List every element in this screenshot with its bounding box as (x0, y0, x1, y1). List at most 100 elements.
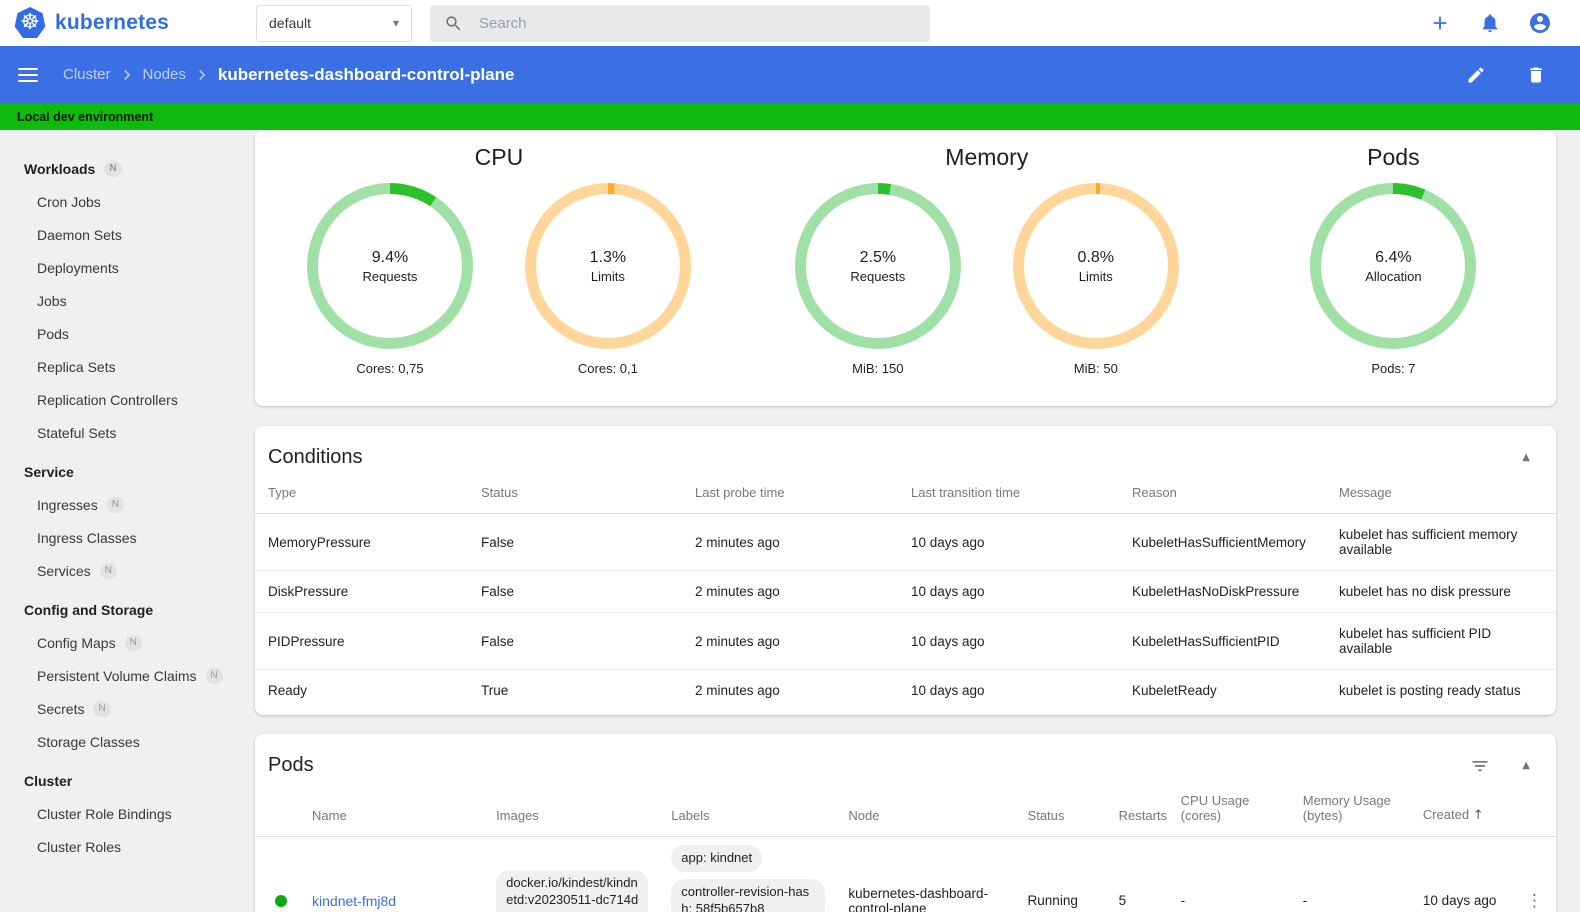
namespace-value: default (269, 15, 312, 31)
sidebar-item-secrets[interactable]: Secrets N (0, 692, 248, 725)
pods-table: Name Images Labels Node Status Restarts … (255, 785, 1556, 912)
col-type: Type (255, 477, 468, 514)
breadcrumb-cluster[interactable]: Cluster (63, 66, 111, 83)
new-badge: N (124, 634, 142, 651)
col-images: Images (483, 785, 659, 837)
collapse-icon[interactable]: ▲ (1516, 448, 1536, 467)
sidebar-item-cluster-role-bindings[interactable]: Cluster Role Bindings (0, 797, 248, 830)
top-app-bar: ☸ kubernetes default ▾ (0, 0, 1580, 46)
notifications-button[interactable] (1478, 11, 1502, 35)
new-badge: N (99, 562, 117, 579)
pod-memory-usage: - (1302, 893, 1308, 909)
conditions-table: Type Status Last probe time Last transit… (255, 477, 1556, 711)
pod-restarts: 5 (1118, 893, 1127, 909)
memory-allocation-group: Memory 2.5% Requests MiB: 150 0.8% Limit… (743, 140, 1231, 406)
sidebar-header-service: Service (24, 463, 74, 480)
sidebar-header-workloads: Workloads N (0, 152, 248, 185)
search-icon (446, 15, 461, 30)
collapse-icon[interactable]: ▲ (1516, 756, 1536, 775)
bell-icon (1482, 14, 1498, 33)
logo-text: kubernetes (55, 11, 170, 34)
pods-allocation-group: Pods 6.4% Allocation Pods: 7 (1231, 140, 1556, 406)
donut-chart: 6.4% Allocation (1310, 183, 1477, 349)
plus-icon (1433, 16, 1447, 30)
col-node: Node (835, 785, 1015, 837)
sidebar-item-storage-classes[interactable]: Storage Classes (0, 725, 248, 758)
sidebar-item-replication-controllers[interactable]: Replication Controllers (0, 383, 248, 416)
col-labels: Labels (658, 785, 836, 837)
sidebar-item-ingress-classes[interactable]: Ingress Classes (0, 521, 248, 554)
row-menu-button[interactable]: ⋮ (1523, 891, 1546, 911)
donut-chart: 1.3% Limits (524, 183, 691, 349)
sidebar-item-daemon-sets[interactable]: Daemon Sets (0, 218, 248, 251)
col-last-probe-time: Last probe time (682, 477, 898, 514)
sidebar-item-pods[interactable]: Pods (0, 317, 248, 350)
table-row: MemoryPressure False 2 minutes ago 10 da… (255, 513, 1556, 571)
namespace-select[interactable]: default ▾ (256, 4, 412, 42)
sort-ascending-icon: ↑ (1472, 808, 1484, 823)
col-message: Message (1326, 477, 1556, 514)
menu-toggle-button[interactable] (18, 67, 38, 82)
breadcrumb-nodes[interactable]: Nodes (143, 66, 186, 83)
sidebar-item-stateful-sets[interactable]: Stateful Sets (0, 416, 248, 449)
pods-allocation-gauge: 6.4% Allocation Pods: 7 (1310, 183, 1477, 376)
col-cpu-usage: CPU Usage (cores) (1167, 785, 1290, 837)
trash-icon (1530, 67, 1542, 82)
col-last-transition-time: Last transition time (898, 477, 1119, 514)
cpu-limits-gauge: 1.3% Limits Cores: 0,1 (524, 183, 691, 376)
create-resource-button[interactable] (1428, 11, 1452, 35)
account-button[interactable] (1528, 11, 1552, 35)
sidebar-nav: Workloads N Cron Jobs Daemon Sets Deploy… (0, 130, 248, 912)
pod-status-ok-icon (275, 894, 287, 907)
new-badge: N (106, 496, 124, 513)
sidebar-item-deployments[interactable]: Deployments (0, 251, 248, 284)
kubernetes-logo[interactable]: ☸ kubernetes (0, 7, 248, 39)
delete-button[interactable] (1524, 63, 1548, 87)
table-row: kindnet-fmj8d docker.io/kindest/kindnetd… (255, 837, 1556, 912)
chevron-down-icon: ▾ (392, 16, 399, 30)
system-banner: Local dev environment (0, 103, 1580, 130)
sidebar-item-jobs[interactable]: Jobs (0, 284, 248, 317)
new-badge: N (205, 667, 223, 684)
pencil-icon (1468, 66, 1484, 82)
system-banner-text: Local dev environment (17, 109, 154, 124)
sidebar-item-persistent-volume-claims[interactable]: Persistent Volume Claims N (0, 659, 248, 692)
breadcrumb: Cluster Nodes kubernetes-dashboard-contr… (63, 65, 514, 85)
sidebar-item-config-maps[interactable]: Config Maps N (0, 626, 248, 659)
sidebar-header-cluster: Cluster (24, 772, 73, 789)
memory-requests-gauge: 2.5% Requests MiB: 150 (794, 183, 961, 376)
sidebar-item-replica-sets[interactable]: Replica Sets (0, 350, 248, 383)
pod-created: 10 days ago (1422, 893, 1497, 909)
search-bar[interactable] (430, 4, 930, 42)
edit-button[interactable] (1464, 63, 1488, 87)
chevron-right-icon (117, 65, 137, 85)
pod-name-link[interactable]: kindnet-fmj8d (312, 893, 396, 909)
label-chip: app: kindnet (671, 845, 763, 872)
sidebar-item-cron-jobs[interactable]: Cron Jobs (0, 185, 248, 218)
new-badge: N (93, 700, 111, 717)
breadcrumb-bar: Cluster Nodes kubernetes-dashboard-contr… (0, 46, 1580, 103)
memory-limits-gauge: 0.8% Limits MiB: 50 (1012, 183, 1179, 376)
donut-chart: 0.8% Limits (1012, 183, 1179, 349)
pods-title: Pods (1367, 144, 1420, 170)
col-restarts: Restarts (1105, 785, 1168, 837)
col-memory-usage: Memory Usage (bytes) (1289, 785, 1410, 837)
search-input[interactable] (479, 14, 916, 32)
sidebar-item-services[interactable]: Services N (0, 554, 248, 587)
col-status: Status (468, 477, 682, 514)
conditions-card: Conditions ▲ Type Status Last probe time… (255, 426, 1556, 715)
col-created[interactable]: Created ↑ (1409, 785, 1510, 837)
chevron-right-icon (192, 65, 212, 85)
pod-cpu-usage: - (1180, 893, 1186, 909)
filter-button[interactable] (1470, 756, 1490, 776)
col-name: Name (299, 785, 484, 837)
pods-card: Pods ▲ Name Images Labels Node Status Re… (255, 734, 1556, 912)
memory-title: Memory (945, 144, 1029, 170)
table-row: DiskPressure False 2 minutes ago 10 days… (255, 570, 1556, 613)
new-badge: N (104, 160, 122, 177)
allocation-card: CPU 9.4% Requests Cores: 0,75 1.3% Limit… (255, 130, 1556, 406)
image-chip: docker.io/kindest/kindnetd:v20230511-dc7… (496, 870, 649, 912)
sidebar-item-cluster-roles[interactable]: Cluster Roles (0, 830, 248, 863)
sidebar-item-ingresses[interactable]: Ingresses N (0, 488, 248, 521)
table-row: PIDPressure False 2 minutes ago 10 days … (255, 612, 1556, 670)
